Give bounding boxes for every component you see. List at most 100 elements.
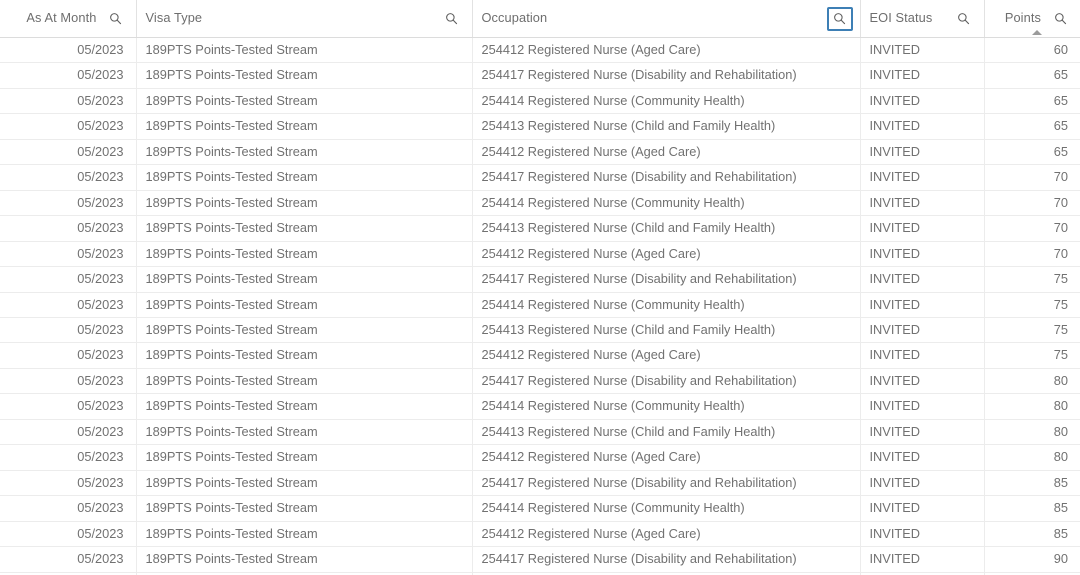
table-row[interactable]: 05/2023 189PTS Points-Tested Stream 254413… (0, 419, 1080, 446)
cell-visa_type[interactable]: 189PTS Points-Tested Stream (136, 292, 473, 318)
cell-as_at_month[interactable]: 05/2023 (0, 495, 137, 522)
cell-eoi_status[interactable]: INVITED (860, 546, 985, 573)
cell-occupation[interactable]: 254413 Registered Nurse (Child and Famil… (472, 113, 861, 140)
cell-as_at_month[interactable]: 05/2023 (0, 266, 137, 293)
cell-points[interactable]: 80 (984, 444, 1080, 471)
cell-occupation[interactable]: 254413 Registered Nurse (Child and Famil… (472, 317, 861, 344)
cell-visa_type[interactable]: 189PTS Points-Tested Stream (136, 546, 473, 573)
cell-as_at_month[interactable]: 05/2023 (0, 419, 137, 446)
table-row[interactable]: 05/2023 189PTS Points-Tested Stream 254413… (0, 215, 1080, 242)
cell-as_at_month[interactable]: 05/2023 (0, 37, 137, 64)
table-row[interactable]: 05/2023189PTS Points-Tested Stream254412… (0, 521, 1080, 548)
cell-occupation[interactable]: 254417 Registered Nurse (Disability and … (472, 470, 861, 497)
table-row[interactable]: 05/2023 189PTS Points-Tested Stream 254414… (0, 393, 1080, 420)
cell-as_at_month[interactable]: 05/2023 (0, 393, 137, 420)
column-header-eoi_status[interactable]: EOI Status (860, 0, 985, 38)
cell-occupation[interactable]: 254414 Registered Nurse (Community Healt… (472, 393, 861, 420)
cell-eoi_status[interactable]: INVITED (860, 292, 985, 318)
cell-visa_type[interactable]: 189PTS Points-Tested Stream (136, 37, 473, 64)
cell-eoi_status[interactable]: INVITED (860, 521, 985, 548)
cell-visa_type[interactable]: 189PTS Points-Tested Stream (136, 444, 473, 471)
cell-points[interactable]: 75 (984, 317, 1080, 344)
cell-points[interactable]: 75 (984, 342, 1080, 369)
column-header-visa_type[interactable]: Visa Type (136, 0, 473, 38)
cell-points[interactable]: 80 (984, 368, 1080, 395)
cell-points[interactable]: 70 (984, 241, 1080, 268)
table-row[interactable]: 05/2023 189PTS Points-Tested Stream 254413… (0, 113, 1080, 140)
column-search-icon[interactable] (103, 7, 129, 31)
cell-points[interactable]: 65 (984, 139, 1080, 166)
cell-visa_type[interactable]: 189PTS Points-Tested Stream (136, 62, 473, 89)
cell-occupation[interactable]: 254414 Registered Nurse (Community Healt… (472, 292, 861, 318)
table-row[interactable]: 05/2023 189PTS Points-Tested Stream 254417… (0, 266, 1080, 293)
cell-visa_type[interactable]: 189PTS Points-Tested Stream (136, 190, 473, 217)
table-row[interactable]: 05/2023189PTS Points-Tested Stream254412… (0, 139, 1080, 166)
cell-eoi_status[interactable]: INVITED (860, 342, 985, 369)
cell-as_at_month[interactable]: 05/2023 (0, 292, 137, 318)
column-header-points[interactable]: Points (984, 0, 1080, 38)
cell-occupation[interactable]: 254414 Registered Nurse (Community Healt… (472, 495, 861, 522)
cell-as_at_month[interactable]: 05/2023 (0, 342, 137, 369)
cell-eoi_status[interactable]: INVITED (860, 393, 985, 420)
column-search-icon[interactable] (826, 6, 853, 31)
table-row[interactable]: 05/2023 189PTS Points-Tested Stream 254414… (0, 292, 1080, 318)
cell-occupation[interactable]: 254417 Registered Nurse (Disability and … (472, 546, 861, 573)
cell-occupation[interactable]: 254417 Registered Nurse (Disability and … (472, 266, 861, 293)
cell-eoi_status[interactable]: INVITED (860, 113, 985, 140)
cell-visa_type[interactable]: 189PTS Points-Tested Stream (136, 317, 473, 344)
table-row[interactable]: 05/2023 189PTS Points-Tested Stream 254414… (0, 495, 1080, 522)
cell-as_at_month[interactable]: 05/2023 (0, 88, 137, 115)
cell-eoi_status[interactable]: INVITED (860, 241, 985, 268)
table-row[interactable]: 05/2023 189PTS Points-Tested Stream 254417… (0, 62, 1080, 89)
cell-eoi_status[interactable]: INVITED (860, 444, 985, 471)
cell-points[interactable]: 75 (984, 266, 1080, 293)
cell-as_at_month[interactable]: 05/2023 (0, 164, 137, 191)
cell-occupation[interactable]: 254412 Registered Nurse (Aged Care) (472, 241, 861, 268)
cell-points[interactable]: 65 (984, 88, 1080, 115)
cell-occupation[interactable]: 254417 Registered Nurse (Disability and … (472, 368, 861, 395)
cell-visa_type[interactable]: 189PTS Points-Tested Stream (136, 113, 473, 140)
cell-visa_type[interactable]: 189PTS Points-Tested Stream (136, 368, 473, 395)
table-row[interactable]: 05/2023 189PTS Points-Tested Stream 254414… (0, 88, 1080, 115)
table-row[interactable]: 05/2023 189PTS Points-Tested Stream 254414… (0, 190, 1080, 217)
cell-visa_type[interactable]: 189PTS Points-Tested Stream (136, 139, 473, 166)
cell-points[interactable]: 85 (984, 495, 1080, 522)
table-row[interactable]: 05/2023 189PTS Points-Tested Stream 254417… (0, 546, 1080, 573)
cell-points[interactable]: 65 (984, 62, 1080, 89)
column-search-icon[interactable] (951, 7, 977, 31)
cell-occupation[interactable]: 254417 Registered Nurse (Disability and … (472, 164, 861, 191)
cell-as_at_month[interactable]: 05/2023 (0, 521, 137, 548)
cell-eoi_status[interactable]: INVITED (860, 190, 985, 217)
cell-eoi_status[interactable]: INVITED (860, 62, 985, 89)
cell-visa_type[interactable]: 189PTS Points-Tested Stream (136, 215, 473, 242)
cell-occupation[interactable]: 254414 Registered Nurse (Community Healt… (472, 190, 861, 217)
cell-eoi_status[interactable]: INVITED (860, 164, 985, 191)
cell-as_at_month[interactable]: 05/2023 (0, 139, 137, 166)
cell-visa_type[interactable]: 189PTS Points-Tested Stream (136, 393, 473, 420)
cell-occupation[interactable]: 254417 Registered Nurse (Disability and … (472, 62, 861, 89)
cell-points[interactable]: 75 (984, 292, 1080, 318)
cell-points[interactable]: 70 (984, 164, 1080, 191)
cell-points[interactable]: 85 (984, 470, 1080, 497)
table-row[interactable]: 05/2023189PTS Points-Tested Stream254412… (0, 342, 1080, 369)
column-header-occupation[interactable]: Occupation (472, 0, 861, 38)
cell-eoi_status[interactable]: INVITED (860, 139, 985, 166)
cell-points[interactable]: 60 (984, 37, 1080, 64)
cell-visa_type[interactable]: 189PTS Points-Tested Stream (136, 495, 473, 522)
table-row[interactable]: 05/2023 189PTS Points-Tested Stream 254417… (0, 368, 1080, 395)
table-row[interactable]: 05/2023 189PTS Points-Tested Stream 254413… (0, 317, 1080, 344)
cell-occupation[interactable]: 254412 Registered Nurse (Aged Care) (472, 139, 861, 166)
cell-eoi_status[interactable]: INVITED (860, 37, 985, 64)
table-row[interactable]: 05/2023 189PTS Points-Tested Stream 254417… (0, 164, 1080, 191)
table-row[interactable]: 05/2023189PTS Points-Tested Stream254412… (0, 241, 1080, 268)
cell-visa_type[interactable]: 189PTS Points-Tested Stream (136, 521, 473, 548)
cell-points[interactable]: 85 (984, 521, 1080, 548)
column-search-icon[interactable] (439, 7, 465, 31)
table-row[interactable]: 05/2023189PTS Points-Tested Stream254412… (0, 444, 1080, 471)
cell-eoi_status[interactable]: INVITED (860, 419, 985, 446)
cell-occupation[interactable]: 254412 Registered Nurse (Aged Care) (472, 37, 861, 64)
cell-eoi_status[interactable]: INVITED (860, 368, 985, 395)
cell-visa_type[interactable]: 189PTS Points-Tested Stream (136, 88, 473, 115)
cell-eoi_status[interactable]: INVITED (860, 266, 985, 293)
cell-as_at_month[interactable]: 05/2023 (0, 62, 137, 89)
